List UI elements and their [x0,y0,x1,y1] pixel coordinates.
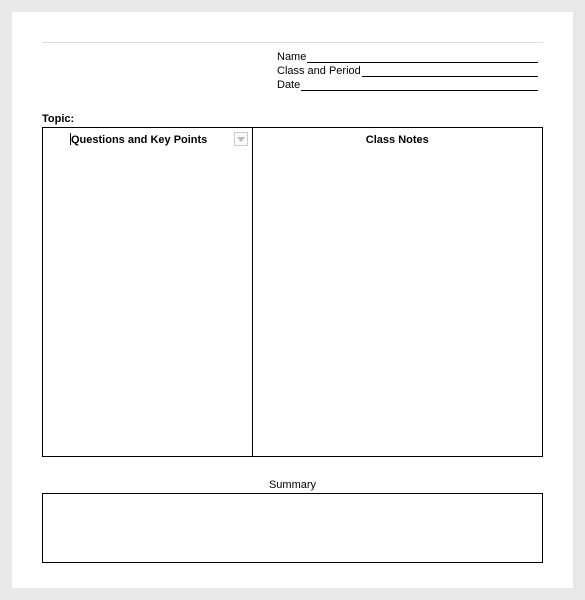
summary-box[interactable] [42,493,543,563]
questions-header-text: Questions and Key Points [71,134,207,146]
class-period-line[interactable] [362,65,538,77]
date-label: Date [277,79,300,91]
notes-box: Questions and Key Points Class Notes [42,127,543,457]
class-period-row: Class and Period [277,65,538,77]
name-label: Name [277,51,306,63]
name-row: Name [277,51,538,63]
class-notes-header: Class Notes [253,128,542,152]
summary-label: Summary [42,479,543,491]
dropdown-handle[interactable] [234,132,248,146]
class-notes-column[interactable]: Class Notes [253,128,542,456]
topic-label: Topic: [42,113,543,125]
top-rule [42,42,543,43]
date-line[interactable] [301,79,538,91]
page-container: Name Class and Period Date Topic: Questi… [12,12,573,588]
date-row: Date [277,79,538,91]
chevron-down-icon [237,137,245,142]
questions-header: Questions and Key Points [43,128,252,152]
questions-column[interactable]: Questions and Key Points [43,128,253,456]
header-fields: Name Class and Period Date [277,51,538,91]
class-period-label: Class and Period [277,65,361,77]
name-line[interactable] [307,51,538,63]
text-cursor [70,133,71,145]
